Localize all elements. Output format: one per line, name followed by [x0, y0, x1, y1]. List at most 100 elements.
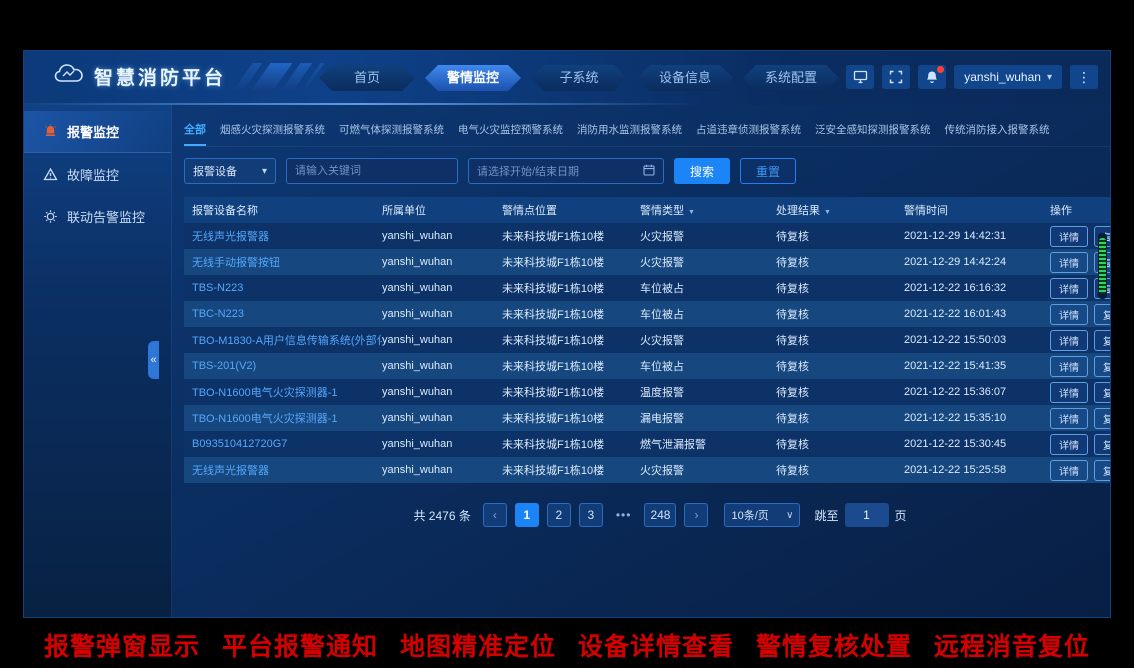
page-button[interactable]: •••	[611, 503, 637, 527]
device-name-link[interactable]: 无线声光报警器	[192, 228, 382, 244]
review-button[interactable]: 复核	[1094, 356, 1111, 377]
detail-button[interactable]: 详情	[1050, 408, 1088, 429]
main-content: 全部 烟感火灾探测报警系统 可燃气体探测报警系统 电气火灾监控预警系统 消防用水…	[172, 105, 1111, 618]
device-name-link[interactable]: TBO-N1600电气火灾探测器-1	[192, 384, 382, 400]
search-type-select[interactable]: 报警设备 ▾	[184, 158, 276, 184]
table-row: TBO-N1600电气火灾探测器-1 yanshi_wuhan 未来科技城F1栋…	[184, 379, 1111, 405]
notification-bell-icon[interactable]	[918, 65, 946, 89]
sidebar-item-label: 联动告警监控	[67, 207, 145, 226]
system-tab[interactable]: 可燃气体探测报警系统	[339, 122, 444, 146]
nav-tab[interactable]: 警情监控	[425, 65, 521, 91]
system-tab[interactable]: 占道违章侦测报警系统	[696, 122, 801, 146]
detail-button[interactable]: 详情	[1050, 304, 1088, 325]
collapse-chevron-icon: «	[150, 354, 156, 366]
jump-page-input[interactable]	[845, 503, 889, 527]
page-button[interactable]: 248	[644, 503, 676, 527]
detail-button[interactable]: 详情	[1050, 252, 1088, 273]
unit-cell: yanshi_wuhan	[382, 412, 502, 424]
alarm-type-cell: 火灾报警	[640, 254, 776, 270]
feature-caption: 报警弹窗显示	[44, 627, 200, 663]
chevron-down-icon: ∨	[786, 510, 793, 521]
nav-tab[interactable]: 首页	[319, 65, 415, 91]
page-button[interactable]: 3	[579, 503, 603, 527]
feature-caption: 平台报警通知	[222, 627, 378, 663]
alarm-type-cell: 火灾报警	[640, 332, 776, 348]
filter-icon[interactable]: ▼	[824, 209, 831, 216]
page-button[interactable]: 2	[547, 503, 571, 527]
review-button[interactable]: 复核	[1094, 304, 1111, 325]
detail-button[interactable]: 详情	[1050, 278, 1088, 299]
date-range-picker[interactable]: 请选择开始/结束日期	[468, 158, 664, 184]
table-row: TBO-M1830-A用户信息传输系统(外部化) yanshi_wuhan 未来…	[184, 327, 1111, 353]
review-button[interactable]: 复核	[1094, 330, 1111, 351]
review-button[interactable]: 复核	[1094, 382, 1111, 403]
row-actions: 详情 复核	[1050, 460, 1111, 481]
system-tab[interactable]: 泛安全感知探测报警系统	[815, 122, 931, 146]
page-button[interactable]: 1	[515, 503, 539, 527]
device-name-link[interactable]: TBS-N223	[192, 282, 382, 294]
sidebar-item-linkage-monitor[interactable]: 联动告警监控	[24, 195, 171, 237]
table-row: B093510412720G7 yanshi_wuhan 未来科技城F1栋10楼…	[184, 431, 1111, 457]
detail-button[interactable]: 详情	[1050, 356, 1088, 377]
screen: 智慧消防平台 首页 警情监控 子系统 设备信息 系统配置	[0, 0, 1134, 668]
alarm-type-cell: 车位被占	[640, 280, 776, 296]
cloud-logo-icon	[54, 63, 84, 90]
review-button[interactable]: 复核	[1094, 434, 1111, 455]
system-tab[interactable]: 传统消防接入报警系统	[945, 122, 1050, 146]
nav-tab[interactable]: 系统配置	[743, 65, 839, 91]
location-cell: 未来科技城F1栋10楼	[502, 280, 640, 296]
page-size-select[interactable]: 10条/页 ∨	[724, 503, 800, 527]
review-button[interactable]: 复核	[1094, 408, 1111, 429]
device-name-link[interactable]: 无线声光报警器	[192, 462, 382, 478]
fullscreen-icon[interactable]	[882, 65, 910, 89]
col-unit: 所属单位	[382, 202, 502, 218]
kebab-menu-icon[interactable]: ⋮	[1070, 65, 1098, 89]
page-jump: 跳至 页	[814, 503, 906, 527]
detail-button[interactable]: 详情	[1050, 460, 1088, 481]
system-tab[interactable]: 消防用水监测报警系统	[577, 122, 682, 146]
device-name-link[interactable]: TBS-201(V2)	[192, 360, 382, 372]
vertical-scrollbar[interactable]	[1098, 233, 1107, 299]
system-tab[interactable]: 全部	[184, 121, 206, 146]
unit-cell: yanshi_wuhan	[382, 438, 502, 450]
sidebar-item-fault-monitor[interactable]: 故障监控	[24, 153, 171, 195]
scrollbar-thumb[interactable]	[1099, 238, 1106, 294]
time-cell: 2021-12-29 14:42:24	[904, 256, 1050, 268]
monitor-icon[interactable]	[846, 65, 874, 89]
detail-button[interactable]: 详情	[1050, 226, 1088, 247]
device-name-link[interactable]: B093510412720G7	[192, 438, 382, 450]
detail-button[interactable]: 详情	[1050, 330, 1088, 351]
row-actions: 详情 复核	[1050, 356, 1111, 377]
result-cell: 待复核	[776, 358, 904, 374]
prev-page-button[interactable]: ‹	[483, 503, 507, 527]
detail-button[interactable]: 详情	[1050, 382, 1088, 403]
user-menu[interactable]: yanshi_wuhan ▾	[954, 65, 1062, 89]
sidebar-item-alarm-monitor[interactable]: 报警监控	[24, 111, 171, 153]
device-name-link[interactable]: TBO-N1600电气火灾探测器-1	[192, 410, 382, 426]
next-page-button[interactable]: ›	[684, 503, 708, 527]
table-row: TBC-N223 yanshi_wuhan 未来科技城F1栋10楼 车位被占 待…	[184, 301, 1111, 327]
detail-button[interactable]: 详情	[1050, 434, 1088, 455]
feature-caption: 地图精准定位	[400, 627, 556, 663]
location-cell: 未来科技城F1栋10楼	[502, 306, 640, 322]
calendar-icon	[643, 164, 655, 179]
nav-tab[interactable]: 子系统	[531, 65, 627, 91]
reset-button[interactable]: 重置	[740, 158, 796, 184]
app-body: 报警监控 故障监控	[24, 105, 1110, 618]
review-button[interactable]: 复核	[1094, 460, 1111, 481]
alarm-type-cell: 火灾报警	[640, 228, 776, 244]
app-header: 智慧消防平台 首页 警情监控 子系统 设备信息 系统配置	[24, 51, 1110, 105]
sidebar-collapse-handle[interactable]: «	[148, 341, 159, 379]
device-name-link[interactable]: 无线手动报警按钮	[192, 254, 382, 270]
device-name-link[interactable]: TBO-M1830-A用户信息传输系统(外部化)	[192, 332, 382, 348]
device-name-link[interactable]: TBC-N223	[192, 308, 382, 320]
location-cell: 未来科技城F1栋10楼	[502, 332, 640, 348]
system-tab[interactable]: 电气火灾监控预警系统	[458, 122, 563, 146]
search-button[interactable]: 搜索	[674, 158, 730, 184]
keyword-input[interactable]	[286, 158, 458, 184]
system-tab[interactable]: 烟感火灾探测报警系统	[220, 122, 325, 146]
filter-icon[interactable]: ▼	[688, 209, 695, 216]
nav-tab[interactable]: 设备信息	[637, 65, 733, 91]
alarm-type-cell: 漏电报警	[640, 410, 776, 426]
fault-warning-icon	[42, 166, 58, 182]
